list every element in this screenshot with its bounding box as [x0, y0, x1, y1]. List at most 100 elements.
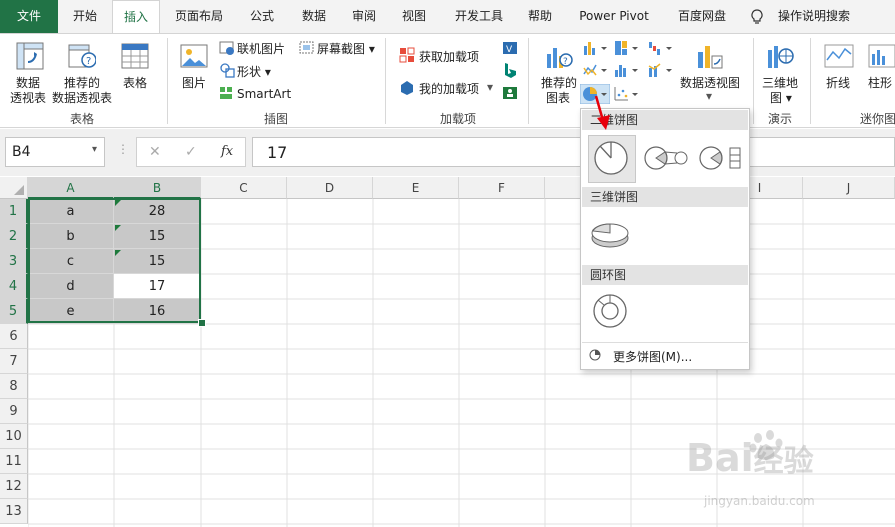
recommended-pivot-label-2[interactable]: 数据透视表	[52, 89, 112, 106]
pie-of-pie-icon	[644, 146, 688, 170]
formula-input[interactable]: 17	[252, 137, 895, 167]
row-header-8[interactable]: 8	[0, 374, 28, 399]
row-header-12[interactable]: 12	[0, 474, 28, 499]
group-divider	[385, 38, 386, 124]
combo-chart-icon	[648, 63, 672, 77]
column-header-a[interactable]: A	[28, 177, 114, 199]
pie-of-pie-option[interactable]	[641, 135, 689, 183]
my-addins-button[interactable]: 我的加载项	[419, 80, 479, 97]
table-button[interactable]: 表格	[123, 74, 147, 91]
tab-page-layout[interactable]: 页面布局	[164, 0, 234, 33]
row-header-5[interactable]: 5	[0, 299, 28, 324]
fill-handle[interactable]	[198, 319, 206, 327]
doughnut-option[interactable]	[588, 289, 636, 337]
formula-bar-grip-icon[interactable]: ⋮	[117, 142, 129, 156]
row-header-2[interactable]: 2	[0, 224, 28, 249]
tours-group-label: 演示	[768, 112, 793, 126]
tell-me-search[interactable]: 操作说明搜索	[774, 0, 854, 33]
cancel-icon[interactable]: ✕	[149, 144, 161, 160]
column-header-e[interactable]: E	[373, 177, 459, 199]
smartart-icon	[220, 87, 232, 99]
more-pie-icon	[589, 349, 601, 361]
smartart-button[interactable]: SmartArt	[237, 87, 291, 101]
column-header-d[interactable]: D	[287, 177, 373, 199]
sparkline-line-button[interactable]: 折线	[826, 74, 850, 91]
watermark-url: jingyan.baidu.com	[704, 494, 815, 508]
recommended-pivot-icon: ?	[68, 44, 96, 68]
formula-input-value: 17	[267, 143, 288, 162]
tab-file[interactable]: 文件	[0, 0, 58, 33]
name-box[interactable]: B4 ▾	[5, 137, 105, 167]
column-header-f[interactable]: F	[459, 177, 545, 199]
table-icon	[121, 43, 149, 69]
ribbon-tab-bar: 文件 开始 插入 页面布局 公式 数据 审阅 视图 开发工具 帮助 Power …	[0, 0, 895, 34]
tab-power-pivot[interactable]: Power Pivot	[574, 0, 654, 33]
line-chart-icon	[583, 64, 607, 76]
pie-3d-icon	[591, 223, 629, 248]
shapes-icon	[220, 63, 235, 78]
tab-review[interactable]: 审阅	[340, 0, 388, 33]
pie-2d-option[interactable]	[588, 135, 636, 183]
insert-function-icon[interactable]: fx	[221, 144, 233, 159]
3d-map-icon	[768, 46, 794, 68]
tab-home[interactable]: 开始	[58, 0, 112, 33]
picture-button[interactable]: 图片	[182, 74, 206, 91]
tab-baidu-netdisk[interactable]: 百度网盘	[668, 0, 736, 33]
recommended-charts-icon: ?	[547, 48, 573, 68]
row-header-1[interactable]: 1	[0, 199, 28, 224]
column-chart-icon	[584, 42, 607, 55]
enter-icon[interactable]: ✓	[185, 144, 197, 160]
column-header-c[interactable]: C	[201, 177, 287, 199]
pie-3d-option[interactable]	[588, 211, 636, 259]
row-header-13[interactable]: 13	[0, 499, 28, 524]
sparkline-column-button[interactable]: 柱形	[868, 74, 892, 91]
illustrations-group-label: 插图	[264, 112, 289, 126]
row-header-7[interactable]: 7	[0, 349, 28, 374]
section-doughnut: 圆环图	[582, 265, 748, 285]
red-arrow-annotation	[594, 95, 610, 130]
doughnut-icon	[593, 294, 627, 328]
bing-icon	[505, 63, 516, 78]
tab-formulas[interactable]: 公式	[238, 0, 286, 33]
3d-map-label-2[interactable]: 图 ▾	[770, 89, 792, 106]
column-header-b[interactable]: B	[114, 177, 201, 199]
pivot-chart-dropdown-arrow[interactable]: ▾	[706, 89, 712, 103]
row-header-4[interactable]: 4	[0, 274, 28, 299]
screenshot-icon	[299, 41, 314, 54]
tab-developer[interactable]: 开发工具	[444, 0, 514, 33]
shapes-button[interactable]: 形状 ▾	[237, 63, 271, 80]
picture-icon	[180, 44, 208, 68]
column-header-j[interactable]: J	[803, 177, 895, 199]
more-pie-charts-link[interactable]: 更多饼图(M)...	[613, 348, 692, 365]
formula-buttons: ✕ ✓ fx	[136, 137, 246, 167]
select-all-corner[interactable]	[0, 177, 28, 199]
tab-help[interactable]: 帮助	[516, 0, 564, 33]
row-header-3[interactable]: 3	[0, 249, 28, 274]
pivot-table-label-2[interactable]: 透视表	[10, 89, 46, 106]
group-divider	[810, 38, 811, 124]
row-header-11[interactable]: 11	[0, 449, 28, 474]
sparkline-column-icon	[868, 44, 895, 68]
tab-view[interactable]: 视图	[390, 0, 438, 33]
row-header-10[interactable]: 10	[0, 424, 28, 449]
row-header-6[interactable]: 6	[0, 324, 28, 349]
bar-of-pie-option[interactable]	[696, 135, 744, 183]
recommended-charts-label-2[interactable]: 图表	[546, 89, 570, 106]
my-addins-dropdown-arrow[interactable]: ▾	[487, 80, 493, 94]
name-box-value: B4	[12, 144, 31, 160]
bar-of-pie-icon	[699, 146, 741, 170]
tab-data[interactable]: 数据	[290, 0, 338, 33]
name-box-dropdown-arrow[interactable]: ▾	[92, 144, 97, 155]
row-header-9[interactable]: 9	[0, 399, 28, 424]
group-divider	[167, 38, 168, 124]
screenshot-button[interactable]: 屏幕截图 ▾	[317, 40, 375, 57]
online-picture-icon	[219, 41, 234, 55]
online-picture-button[interactable]: 联机图片	[237, 40, 285, 57]
tab-insert[interactable]: 插入	[112, 0, 160, 34]
my-addins-icon	[401, 81, 413, 95]
selection-range-border	[28, 198, 201, 323]
get-addins-button[interactable]: 获取加载项	[419, 48, 479, 65]
section-3d-pie: 三维饼图	[582, 187, 748, 207]
pivot-table-icon	[16, 42, 44, 70]
people-graph-icon	[503, 87, 517, 99]
